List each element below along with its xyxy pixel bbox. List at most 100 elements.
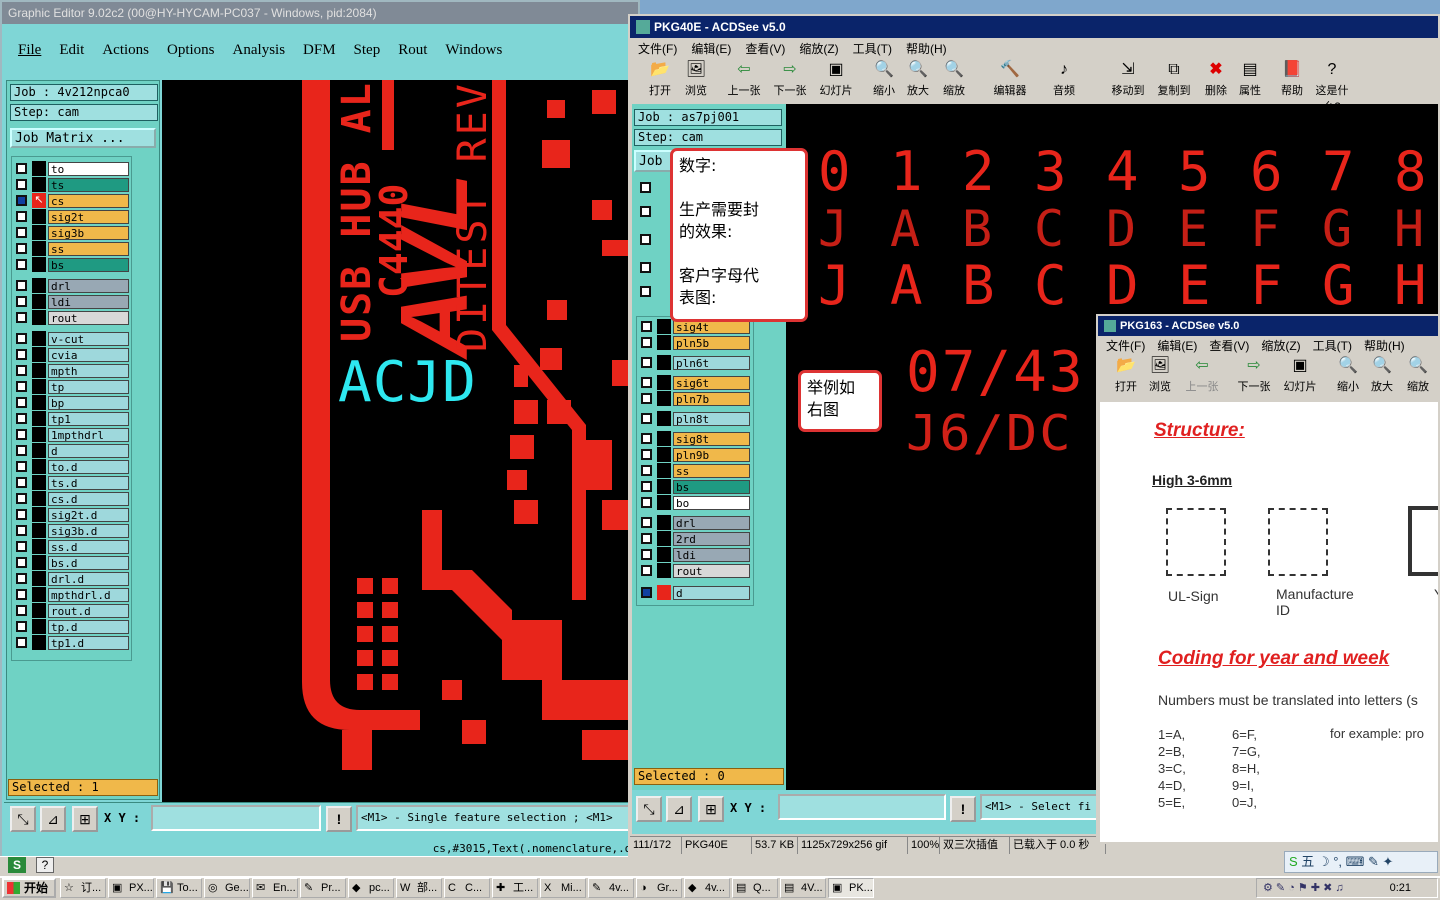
ge-zoom-icon[interactable]: ⤡ — [10, 806, 36, 832]
acdsee1-tool-button[interactable]: 📕 帮助 — [1272, 60, 1312, 98]
ge-measure-icon[interactable]: ⊿ — [40, 806, 66, 832]
layer-checkbox[interactable] — [16, 429, 27, 440]
layer-checkbox[interactable] — [16, 280, 27, 291]
ge-job-matrix-button[interactable]: Job Matrix ... — [10, 128, 156, 148]
taskbar-button[interactable]: ✎ 4v... — [588, 878, 634, 898]
layer-checkbox[interactable] — [16, 573, 27, 584]
layer-checkbox[interactable] — [16, 227, 27, 238]
acdsee2-menu-item[interactable]: 文件(F) — [1106, 337, 1145, 354]
taskbar-button[interactable]: ✚ 工... — [492, 878, 538, 898]
layer-checkbox[interactable] — [16, 493, 27, 504]
layer-row-bs[interactable]: bs — [12, 257, 132, 272]
layer-checkbox[interactable] — [16, 296, 27, 307]
layer-row-drl[interactable]: drl — [12, 278, 132, 293]
acdsee1-tool-button[interactable]: ⧉ 复制到 — [1154, 60, 1194, 98]
taskbar-button[interactable]: ✎ Pr... — [300, 878, 346, 898]
acdsee2-tool-button[interactable]: ▣ 幻灯片 — [1280, 356, 1320, 394]
start-button[interactable]: 开始 — [2, 878, 56, 898]
layer-row-rout[interactable]: rout — [12, 310, 132, 325]
acdsee2-menu-item[interactable]: 帮助(H) — [1364, 337, 1405, 354]
layer-row-drl-d[interactable]: drl.d — [12, 571, 132, 586]
layer-checkbox[interactable] — [16, 477, 27, 488]
layer-checkbox[interactable] — [16, 163, 27, 174]
acdsee2-titlebar[interactable]: PKG163 - ACDSee v5.0 — [1098, 316, 1438, 336]
acdsee2-menu-item[interactable]: 工具(T) — [1313, 337, 1352, 354]
ge-step-field[interactable]: Step: cam — [10, 104, 158, 121]
ime-toolbar[interactable]: S 五 ☽ °, ⌨ ✎ ✦ — [1284, 851, 1438, 873]
menu-rout[interactable]: Rout — [398, 42, 427, 59]
layer-row-cvia[interactable]: cvia — [12, 347, 132, 362]
menu-analysis[interactable]: Analysis — [233, 42, 286, 59]
layer-row-ts-d[interactable]: ts.d — [12, 475, 132, 490]
acdsee2-tool-button[interactable]: ⇦ 上一张 — [1182, 356, 1222, 394]
layer-row-cs-d[interactable]: cs.d — [12, 491, 132, 506]
layer-row-d[interactable]: d — [12, 443, 132, 458]
acdsee1-tool-button[interactable]: ▣ 幻灯片 — [816, 60, 856, 98]
layer-row-to[interactable]: to — [12, 161, 132, 176]
acdsee2-menu-item[interactable]: 查看(V) — [1209, 337, 1249, 354]
acdsee1-tool-button[interactable]: ⇲ 移动到 — [1108, 60, 1148, 98]
layer-checkbox[interactable] — [16, 211, 27, 222]
layer-row-ss[interactable]: ss — [12, 241, 132, 256]
acdsee2-menu-item[interactable]: 缩放(Z) — [1261, 337, 1300, 354]
acdsee1-tool-button[interactable]: ⇦ 上一张 — [724, 60, 764, 98]
layer-row-ts[interactable]: ts — [12, 177, 132, 192]
layer-checkbox[interactable] — [16, 605, 27, 616]
acdsee2-menu-item[interactable]: 编辑(E) — [1157, 337, 1197, 354]
layer-checkbox[interactable] — [16, 397, 27, 408]
layer-row-sig3b[interactable]: sig3b — [12, 225, 132, 240]
acdsee1-tool-button[interactable]: ⇨ 下一张 — [770, 60, 810, 98]
acdsee2-tool-button[interactable]: ⇨ 下一张 — [1234, 356, 1274, 394]
acdsee2-tool-button[interactable]: 🔍 放大 — [1362, 356, 1402, 394]
menu-edit[interactable]: Edit — [59, 42, 84, 59]
layer-checkbox[interactable] — [16, 445, 27, 456]
taskbar-button[interactable]: ✉ En... — [252, 878, 298, 898]
layer-row-to-d[interactable]: to.d — [12, 459, 132, 474]
acdsee2-tool-button[interactable]: 🔍 缩放 — [1398, 356, 1438, 394]
ge-s-icon[interactable]: S — [8, 857, 26, 873]
layer-checkbox[interactable] — [16, 243, 27, 254]
taskbar-button[interactable]: ◎ Ge... — [204, 878, 250, 898]
layer-checkbox[interactable] — [16, 179, 27, 190]
acdsee2-viewer[interactable]: Structure: High 3-6mm UL-Sign Manufactur… — [1100, 402, 1438, 842]
layer-row-tp1[interactable]: tp1 — [12, 411, 132, 426]
taskbar-button[interactable]: ◆ 4v... — [684, 878, 730, 898]
taskbar-button[interactable]: ▣ PX... — [108, 878, 154, 898]
layer-checkbox[interactable] — [16, 312, 27, 323]
layer-row-tp[interactable]: tp — [12, 379, 132, 394]
layer-row-sig3b-d[interactable]: sig3b.d — [12, 523, 132, 538]
menu-options[interactable]: Options — [167, 42, 215, 59]
menu-dfm[interactable]: DFM — [303, 42, 336, 59]
layer-checkbox[interactable] — [16, 525, 27, 536]
layer-row-ss-d[interactable]: ss.d — [12, 539, 132, 554]
acdsee1-menu-item[interactable]: 帮助(H) — [906, 40, 947, 57]
layer-checkbox[interactable] — [16, 349, 27, 360]
layer-checkbox[interactable] — [16, 365, 27, 376]
layer-row-tp1-d[interactable]: tp1.d — [12, 635, 132, 650]
layer-checkbox[interactable] — [16, 541, 27, 552]
layer-checkbox[interactable] — [16, 621, 27, 632]
layer-checkbox[interactable] — [16, 461, 27, 472]
taskbar-button[interactable]: C C... — [444, 878, 490, 898]
graphic-editor-titlebar[interactable]: Graphic Editor 9.02c2 (00@HY-HYCAM-PC037… — [2, 2, 638, 24]
acdsee1-tool-button[interactable]: 🔨 编辑器 — [990, 60, 1030, 98]
taskbar-button[interactable]: ☆ 订... — [60, 878, 106, 898]
taskbar-button[interactable]: ▤ Q... — [732, 878, 778, 898]
acdsee1-menu-item[interactable]: 文件(F) — [638, 40, 677, 57]
acdsee1-menu-item[interactable]: 编辑(E) — [691, 40, 731, 57]
layer-row-tp-d[interactable]: tp.d — [12, 619, 132, 634]
acdsee1-menu-item[interactable]: 工具(T) — [853, 40, 892, 57]
layer-checkbox[interactable] — [16, 381, 27, 392]
layer-row-bs-d[interactable]: bs.d — [12, 555, 132, 570]
acdsee1-tool-button[interactable]: 🔍 放大 — [898, 60, 938, 98]
ge-help-icon[interactable]: ? — [36, 857, 54, 873]
taskbar-button[interactable]: ◆ pc... — [348, 878, 394, 898]
layer-row-bp[interactable]: bp — [12, 395, 132, 410]
acdsee1-tool-button[interactable]: ▤ 属性 — [1230, 60, 1270, 98]
taskbar-button[interactable]: ▣ PK... — [828, 878, 874, 898]
layer-checkbox[interactable] — [16, 195, 27, 206]
acdsee1-tool-button[interactable]: 🔍 缩放 — [934, 60, 974, 98]
layer-row-rout-d[interactable]: rout.d — [12, 603, 132, 618]
acdsee1-tool-button[interactable]: ♪ 音频 — [1044, 60, 1084, 98]
layer-row-mpth[interactable]: mpth — [12, 363, 132, 378]
